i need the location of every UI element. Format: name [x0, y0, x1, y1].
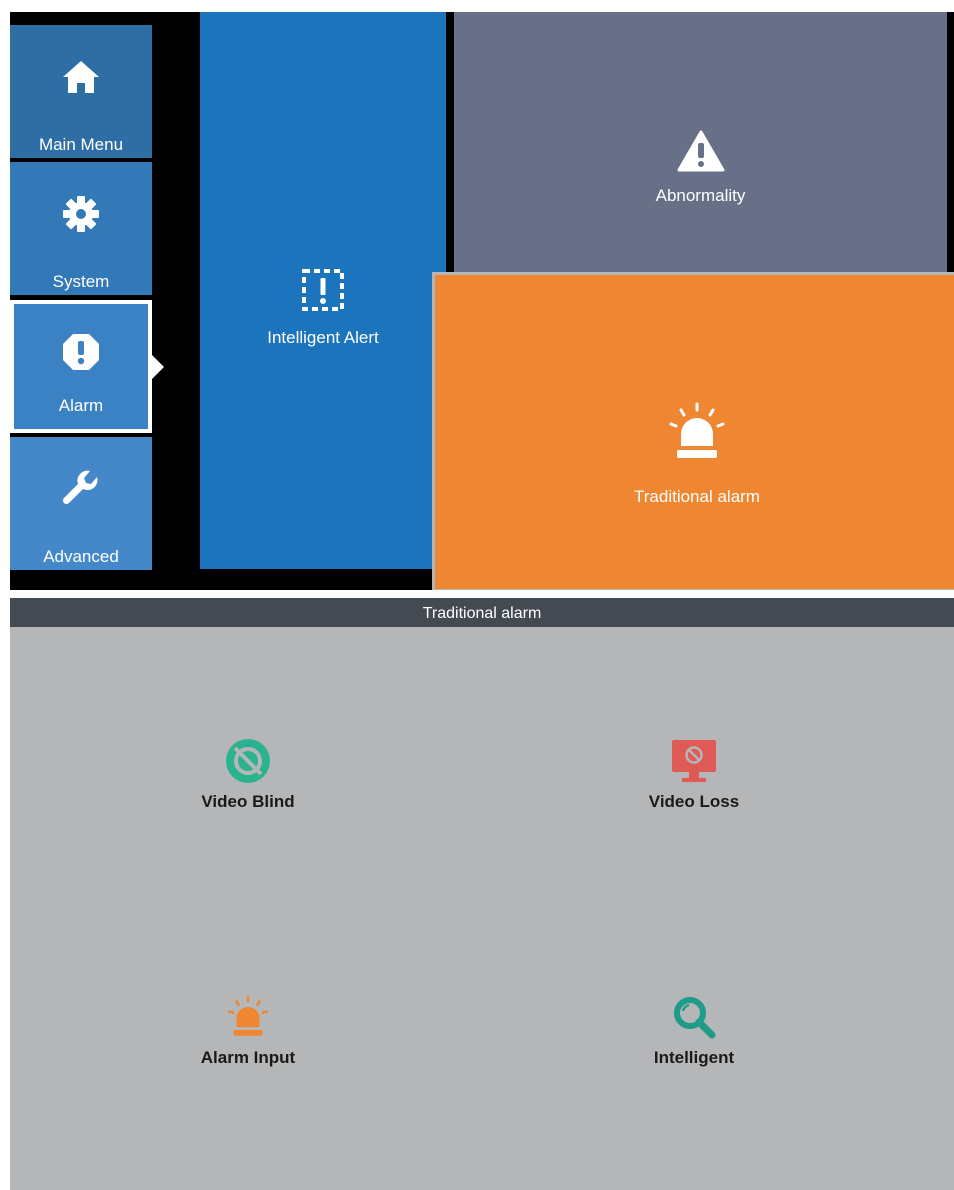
sidebar-item-label: System [52, 272, 110, 291]
tile-abnormality[interactable]: Abnormality [454, 12, 947, 274]
menu-area: Main Menu System Alarm Advanced Intellig… [10, 12, 954, 590]
option-label: Video Loss [648, 792, 740, 811]
panel-title: Traditional alarm [10, 598, 954, 627]
option-label: Video Blind [201, 792, 295, 811]
option-video-loss[interactable]: Video Loss [574, 738, 814, 812]
home-icon [10, 57, 152, 97]
video-loss-icon [574, 738, 814, 786]
sidebar-item-advanced[interactable]: Advanced [10, 437, 152, 570]
sidebar-item-label: Advanced [43, 547, 119, 566]
sidebar-item-alarm[interactable]: Alarm [10, 300, 152, 433]
siren-icon [128, 994, 368, 1042]
tile-intelligent-alert[interactable]: Intelligent Alert [200, 12, 446, 569]
tile-label: Intelligent Alert [267, 328, 379, 347]
traditional-alarm-panel: Traditional alarm Video Blind Video Loss [10, 598, 954, 1190]
magnifier-icon [574, 994, 814, 1042]
siren-icon [435, 400, 954, 464]
warning-triangle-icon [454, 130, 947, 172]
option-alarm-input[interactable]: Alarm Input [128, 994, 368, 1068]
gear-icon [10, 194, 152, 234]
dashed-alert-icon [200, 268, 446, 312]
tile-traditional-alarm[interactable]: Traditional alarm [432, 272, 954, 590]
wrench-icon [10, 469, 152, 509]
option-label: Intelligent [653, 1048, 735, 1067]
sidebar-item-main-menu[interactable]: Main Menu [10, 25, 152, 158]
sidebar-item-system[interactable]: System [10, 162, 152, 295]
sidebar-item-label: Main Menu [38, 135, 124, 154]
selected-indicator-arrow [152, 355, 164, 379]
alert-octagon-icon [14, 332, 148, 372]
video-blind-icon [128, 738, 368, 786]
tile-label: Abnormality [655, 186, 746, 205]
option-label: Alarm Input [200, 1048, 296, 1067]
sidebar-item-label: Alarm [58, 396, 104, 415]
tile-label: Traditional alarm [634, 487, 760, 506]
option-intelligent[interactable]: Intelligent [574, 994, 814, 1068]
option-video-blind[interactable]: Video Blind [128, 738, 368, 812]
